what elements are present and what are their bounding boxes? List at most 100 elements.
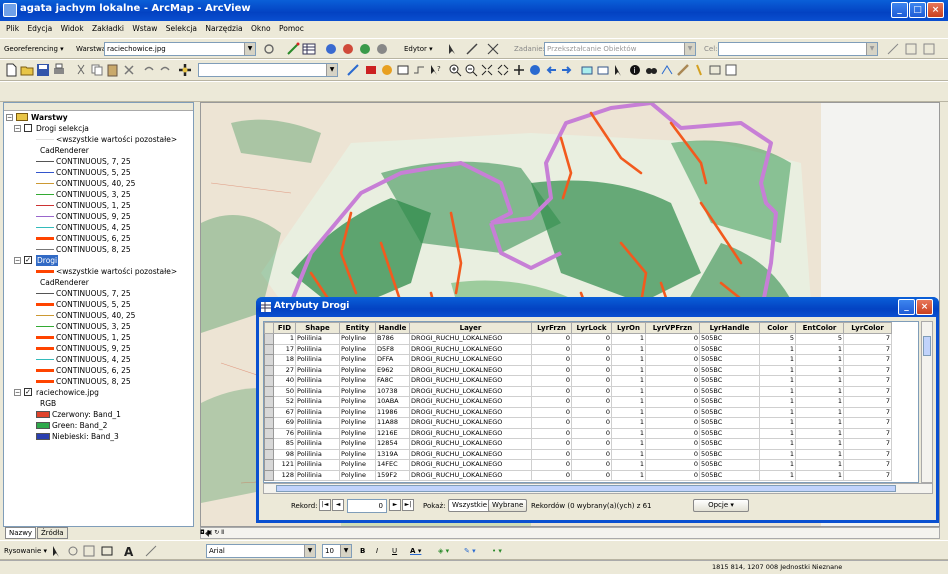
layer-visibility-checkbox[interactable] [24, 124, 32, 132]
edit-vertices-icon[interactable] [144, 544, 158, 558]
view-link-table-icon[interactable] [302, 42, 316, 56]
zoom-whole-page-icon[interactable] [82, 544, 96, 558]
fixed-zoom-out-icon[interactable] [496, 63, 510, 77]
select-features-icon[interactable] [580, 63, 594, 77]
collapse-icon[interactable]: − [14, 125, 21, 132]
row-selector[interactable] [264, 385, 274, 397]
row-selector[interactable] [264, 459, 274, 471]
fill-color-icon[interactable]: ◈ ▾ [438, 544, 449, 558]
full-extent-icon[interactable] [528, 63, 542, 77]
map-scale-select[interactable]: ▼ [198, 63, 338, 77]
map-view-toggle[interactable]: ◘ ▣ ↻ Ⅱ [200, 527, 260, 539]
options-button[interactable]: Opcje ▾ [693, 499, 749, 512]
sketch-properties-icon[interactable] [922, 42, 936, 56]
chevron-down-icon[interactable]: ▼ [326, 64, 337, 76]
column-header-entcolor[interactable]: EntColor [795, 322, 844, 334]
new-document-icon[interactable] [4, 63, 18, 77]
column-header-lyrvpfrzn[interactable]: LyrVPFrzn [645, 322, 700, 334]
chevron-down-icon[interactable]: ▼ [244, 43, 255, 55]
table-row[interactable]: 76 Polilinia Polyline 1216E DROGI_RUCHU_LOKA… [264, 427, 892, 439]
menu-zakladki[interactable]: Zakładki [92, 24, 124, 33]
maximize-button[interactable]: □ [909, 2, 926, 18]
table-row[interactable]: 98 Polilinia Polyline 1319A DROGI_RUCHU_LOKA… [264, 448, 892, 460]
column-header-lyrcolor[interactable]: LyrColor [843, 322, 892, 334]
menu-plik[interactable]: Plik [6, 24, 19, 33]
attribute-vertical-scrollbar[interactable] [921, 321, 933, 483]
georef-tool-icon[interactable] [341, 42, 355, 56]
column-header-lyrlock[interactable]: LyrLock [571, 322, 612, 334]
column-header-handle[interactable]: Handle [375, 322, 410, 334]
split-tool-icon[interactable] [486, 42, 500, 56]
layer-visibility-checkbox[interactable]: ✓ [24, 388, 32, 396]
row-selector[interactable] [264, 364, 274, 376]
column-header-color[interactable]: Color [759, 322, 796, 334]
model-builder-icon[interactable] [412, 63, 426, 77]
open-folder-icon[interactable] [20, 63, 34, 77]
toc-layer-drogi[interactable]: − ✓ Drogi [4, 255, 193, 266]
editor-menu[interactable]: Edytor ▾ [404, 42, 433, 56]
menu-edycja[interactable]: Edycja [27, 24, 52, 33]
attr-close-button[interactable]: × [916, 299, 933, 315]
row-selector[interactable] [264, 375, 274, 387]
menu-pomoc[interactable]: Pomoc [279, 24, 304, 33]
command-line-icon[interactable] [396, 63, 410, 77]
minimize-button[interactable]: _ [891, 2, 908, 18]
select-elements-icon[interactable] [50, 544, 64, 558]
edit-tool-icon[interactable] [446, 42, 460, 56]
georef-tool3-icon[interactable] [375, 42, 389, 56]
tab-display[interactable]: Nazwy [5, 527, 37, 539]
toc-layer-drogi-selekcja[interactable]: − Drogi selekcja [4, 123, 193, 134]
line-color-icon[interactable]: ✎ ▾ [464, 544, 476, 558]
print-icon[interactable] [52, 63, 66, 77]
collapse-icon[interactable]: − [14, 257, 21, 264]
redo-icon[interactable] [158, 63, 172, 77]
menu-narzedzia[interactable]: Narzędzia [205, 24, 242, 33]
horizontal-scroll-thumb[interactable] [276, 485, 896, 492]
row-selector[interactable] [264, 354, 274, 366]
row-selector[interactable] [264, 417, 274, 429]
rotate-icon[interactable] [262, 42, 276, 56]
menu-selekcja[interactable]: Selekcja [166, 24, 197, 33]
table-row[interactable]: 18 Polilinia Polyline DFFA DROGI_RUCHU_LOKAL… [264, 354, 892, 366]
measure-icon[interactable] [676, 63, 690, 77]
add-data-icon[interactable] [178, 63, 192, 77]
row-selector[interactable] [264, 406, 274, 418]
attr-minimize-button[interactable]: _ [898, 299, 915, 315]
last-record-button[interactable]: ►| [402, 499, 414, 511]
arcmap-app-icon[interactable] [3, 3, 17, 17]
table-row[interactable]: 50 Polilinia Polyline 10738 DROGI_RUCHU_LOKA… [264, 385, 892, 397]
table-row[interactable]: 128 Polilinia Polyline 159F2 DROGI_RUCHU_LOK… [264, 469, 892, 481]
toc-root-layers[interactable]: − Warstwy [4, 112, 193, 123]
identify-icon[interactable]: i [628, 63, 642, 77]
toc-layer-raster[interactable]: − ✓ raciechowice.jpg [4, 387, 193, 398]
font-color-icon[interactable]: A ▾ [410, 544, 421, 558]
table-row[interactable]: 52 Polilinia Polyline 10ABA DROGI_RUCHU_LOKA… [264, 396, 892, 408]
attribute-table-titlebar[interactable]: Atrybuty Drogi [256, 297, 939, 317]
chevron-down-icon[interactable]: ▼ [340, 545, 351, 557]
help-icon[interactable]: ? [428, 63, 442, 77]
column-header-layer[interactable]: Layer [409, 322, 532, 334]
find-route-icon[interactable] [660, 63, 674, 77]
bold-icon[interactable]: B [360, 544, 365, 558]
editor-toolbar-icon[interactable] [346, 63, 360, 77]
table-row[interactable]: 27 Polilinia Polyline E962 DROGI_RUCHU_LOKAL… [264, 364, 892, 376]
arctoolbox-icon[interactable] [364, 63, 378, 77]
target-select[interactable]: ▼ [718, 42, 878, 56]
vertical-scroll-thumb[interactable] [923, 336, 931, 356]
attribute-horizontal-scrollbar[interactable] [263, 483, 933, 494]
collapse-icon[interactable]: − [6, 114, 13, 121]
copy-icon[interactable] [90, 63, 104, 77]
font-select[interactable]: Arial ▼ [206, 544, 316, 558]
map-horizontal-scrollbar[interactable] [200, 527, 940, 539]
font-size-select[interactable]: 10 ▼ [322, 544, 352, 558]
column-header-fid[interactable]: FID [273, 322, 296, 334]
column-header-shape[interactable]: Shape [295, 322, 340, 334]
row-selector[interactable] [264, 469, 274, 481]
attributes-icon[interactable] [904, 42, 918, 56]
row-selector[interactable] [264, 333, 274, 345]
rectangle-icon[interactable] [100, 544, 114, 558]
column-header-lyrhandle[interactable]: LyrHandle [699, 322, 760, 334]
sketch-tool-icon[interactable] [465, 42, 479, 56]
arccatalog-icon[interactable] [380, 63, 394, 77]
tab-source[interactable]: Źródła [37, 527, 68, 539]
